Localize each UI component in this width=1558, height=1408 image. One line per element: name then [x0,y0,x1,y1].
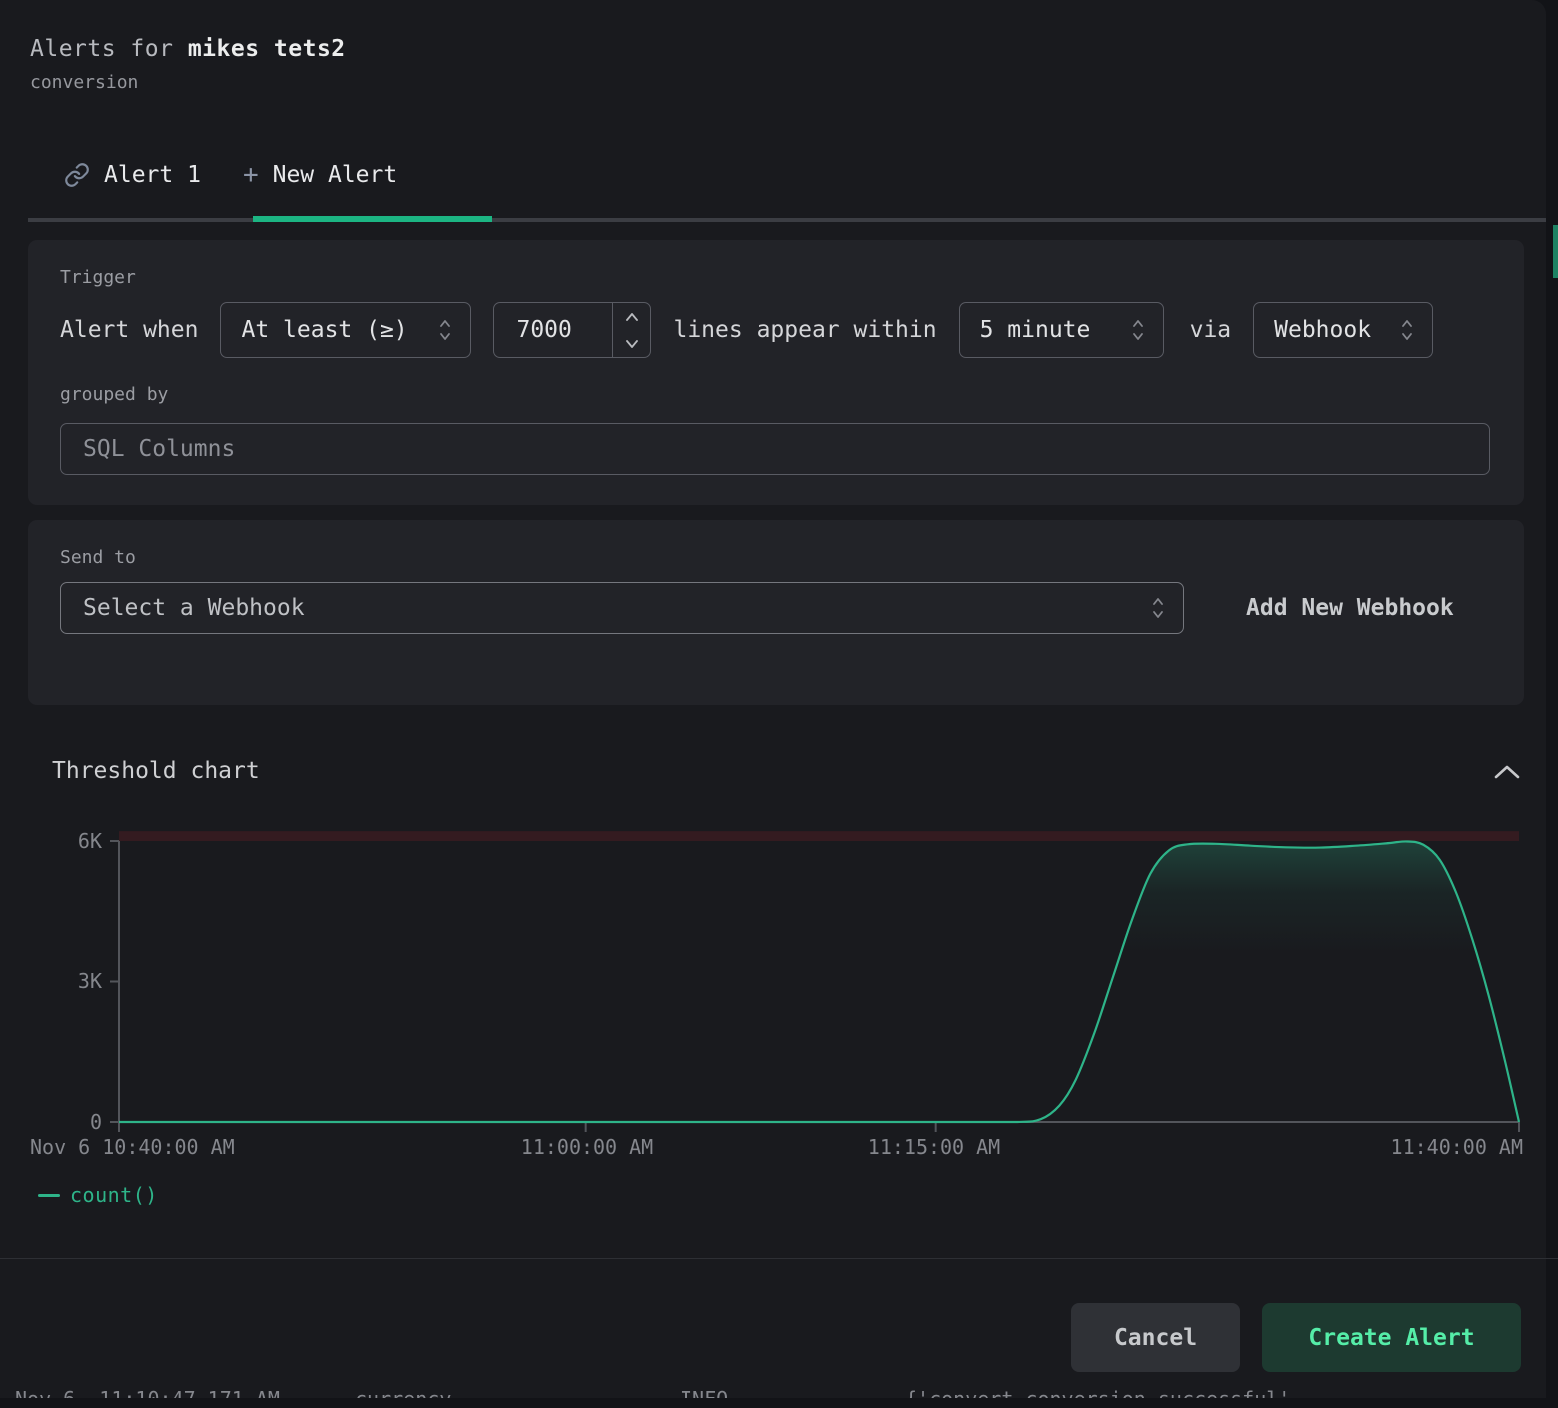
webhook-select-value: Select a Webhook [83,595,305,621]
window-value: 5 minute [980,317,1091,343]
select-chevron-icon [1149,593,1167,623]
select-chevron-icon [1398,315,1416,345]
threshold-spinner [612,303,650,357]
x-tick-1100: 11:00:00 AM [521,1135,653,1159]
backdrop-right-strip [1546,0,1558,1408]
trigger-section: Trigger Alert when At least (≥) [28,240,1524,505]
alert-tabs: Alert 1 + New Alert [0,152,1546,222]
tab-alert-1-label: Alert 1 [104,162,201,188]
tab-new-alert[interactable]: + New Alert [243,160,397,190]
select-chevron-icon [436,315,454,345]
via-text: via [1190,317,1232,343]
comparator-value: At least (≥) [241,317,407,343]
channel-value: Webhook [1274,317,1371,343]
threshold-input[interactable] [494,303,612,357]
modal-header: Alerts for mikes tets2 conversion [30,36,346,93]
select-chevron-icon [1129,315,1147,345]
plus-icon: + [243,160,259,190]
lines-appear-text: lines appear within [673,317,936,343]
alert-modal: Alerts for mikes tets2 conversion Alert … [0,0,1546,1398]
group-by-input[interactable] [60,423,1490,475]
chevron-down-icon [624,338,640,350]
send-to-label: Send to [60,547,1492,568]
window-select[interactable]: 5 minute [959,302,1164,358]
legend-line-swatch [38,1194,60,1197]
footer-divider [0,1258,1558,1259]
dataset-subtitle: conversion [30,72,346,93]
tab-new-alert-label: New Alert [273,162,398,188]
legend-series-label: count() [70,1183,158,1207]
x-tick-1140: 11:40:00 AM [1391,1135,1523,1159]
threshold-chart-title: Threshold chart [52,758,260,784]
channel-select[interactable]: Webhook [1253,302,1433,358]
threshold-chart: 6K 3K 0 Nov 6 10:40:00 AM 11:00:00 AM 11… [0,831,1546,1231]
alert-when-text: Alert when [60,317,198,343]
chevron-up-icon [624,311,640,323]
background-green-sliver [1553,225,1558,278]
chevron-up-icon [1492,762,1522,782]
tab-alert-1[interactable]: Alert 1 [64,162,201,188]
create-alert-button[interactable]: Create Alert [1262,1303,1521,1372]
threshold-input-group [493,302,651,358]
x-tick-1115: 11:15:00 AM [868,1135,1000,1159]
decrement-button[interactable] [613,330,650,357]
dataset-name: mikes tets2 [188,36,346,62]
send-to-section: Send to Select a Webhook Add New Webhook [28,520,1524,705]
comparator-select[interactable]: At least (≥) [220,302,471,358]
threshold-chart-svg [109,831,1521,1141]
log-service: currency [355,1388,451,1398]
log-level: INFO [680,1388,728,1398]
collapse-chart-button[interactable] [1492,758,1528,786]
webhook-select[interactable]: Select a Webhook [60,582,1184,634]
y-tick-3k: 3K [36,969,102,993]
y-tick-6k: 6K [36,829,102,853]
link-icon [64,162,90,188]
log-timestamp: Nov 6, 11:10:47.171 AM [15,1388,280,1398]
active-tab-indicator [253,216,492,222]
trigger-label: Trigger [60,267,1492,288]
background-log-row: Nov 6, 11:10:47.171 AM currency INFO {'c… [0,1388,1546,1398]
page-title: Alerts for mikes tets2 [30,36,346,62]
grouped-by-label: grouped by [60,384,1492,405]
add-new-webhook-button[interactable]: Add New Webhook [1246,595,1454,621]
y-tick-0: 0 [36,1110,102,1134]
increment-button[interactable] [613,303,650,330]
chart-legend: count() [38,1183,158,1207]
cancel-button[interactable]: Cancel [1071,1303,1240,1372]
log-message: {'convert conversion successful' [905,1388,1290,1398]
page-title-prefix: Alerts for [30,36,188,62]
x-tick-1040: Nov 6 10:40:00 AM [30,1135,235,1159]
